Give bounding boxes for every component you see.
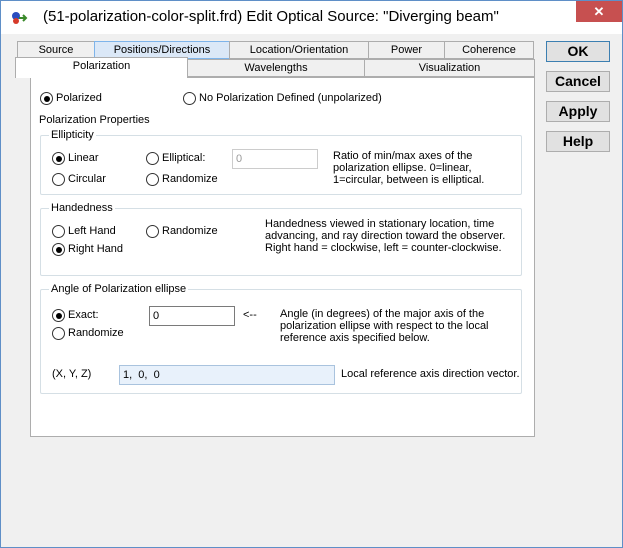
linear-radio[interactable] xyxy=(52,152,65,165)
ellipticity-title: Ellipticity xyxy=(49,129,96,141)
linear-label: Linear xyxy=(68,152,99,164)
left-hand-label: Left Hand xyxy=(68,225,116,237)
unpolarized-label: No Polarization Defined (unpolarized) xyxy=(199,92,382,104)
left-hand-radio[interactable] xyxy=(52,225,65,238)
polarized-radio[interactable] xyxy=(40,92,53,105)
unpolarized-radio[interactable] xyxy=(183,92,196,105)
tab-coherence[interactable]: Coherence xyxy=(444,41,534,59)
circular-label: Circular xyxy=(68,173,106,185)
angle-title: Angle of Polarization ellipse xyxy=(49,283,189,295)
handedness-title: Handedness xyxy=(49,202,115,214)
tab-visualization[interactable]: Visualization xyxy=(364,59,535,77)
angle-description: Angle (in degrees) of the major axis of … xyxy=(280,308,489,344)
dialog-window: (51-polarization-color-split.frd) Edit O… xyxy=(0,0,623,548)
handedness-group: Handedness Left Hand Randomize Right Han… xyxy=(40,202,522,276)
handedness-randomize-label: Randomize xyxy=(162,225,218,237)
angle-arrow: <-- xyxy=(243,309,257,321)
dialog-client: Source Positions/Directions Location/Ori… xyxy=(1,34,622,547)
handedness-randomize-radio[interactable] xyxy=(146,225,159,238)
app-icon xyxy=(12,12,28,24)
title-bar[interactable]: (51-polarization-color-split.frd) Edit O… xyxy=(1,1,622,34)
polarized-label: Polarized xyxy=(56,92,102,104)
ellipticity-group: Ellipticity Linear Elliptical: Circular … xyxy=(40,129,522,195)
elliptical-radio[interactable] xyxy=(146,152,159,165)
tab-location-orientation[interactable]: Location/Orientation xyxy=(229,41,369,59)
xyz-label: (X, Y, Z) xyxy=(52,368,92,380)
tab-polarization[interactable]: Polarization xyxy=(15,57,188,78)
ok-button[interactable]: OK xyxy=(546,41,610,62)
close-icon: ✕ xyxy=(593,4,605,19)
ellipticity-input[interactable] xyxy=(232,149,318,169)
cancel-button[interactable]: Cancel xyxy=(546,71,610,92)
angle-input[interactable] xyxy=(149,306,235,326)
tab-power[interactable]: Power xyxy=(368,41,445,59)
ellipticity-randomize-label: Randomize xyxy=(162,173,218,185)
angle-randomize-label: Randomize xyxy=(68,327,124,339)
polarization-properties-label: Polarization Properties xyxy=(39,114,150,126)
reference-axis-input[interactable] xyxy=(119,365,335,385)
ellipticity-randomize-radio[interactable] xyxy=(146,173,159,186)
right-hand-radio[interactable] xyxy=(52,243,65,256)
window-title: (51-polarization-color-split.frd) Edit O… xyxy=(43,8,499,25)
xyz-description: Local reference axis direction vector. xyxy=(341,368,520,380)
circular-radio[interactable] xyxy=(52,173,65,186)
close-button[interactable]: ✕ xyxy=(576,1,622,22)
right-hand-label: Right Hand xyxy=(68,243,124,255)
elliptical-label: Elliptical: xyxy=(162,152,206,164)
apply-button[interactable]: Apply xyxy=(546,101,610,122)
exact-radio[interactable] xyxy=(52,309,65,322)
polarization-panel: Polarized No Polarization Defined (unpol… xyxy=(30,77,535,437)
exact-label: Exact: xyxy=(68,309,99,321)
help-button[interactable]: Help xyxy=(546,131,610,152)
tab-wavelengths[interactable]: Wavelengths xyxy=(187,59,365,77)
handedness-description: Handedness viewed in stationary location… xyxy=(265,218,506,254)
angle-group: Angle of Polarization ellipse Exact: <--… xyxy=(40,283,522,394)
ellipticity-description: Ratio of min/max axes of the polarizatio… xyxy=(333,150,485,186)
angle-randomize-radio[interactable] xyxy=(52,327,65,340)
